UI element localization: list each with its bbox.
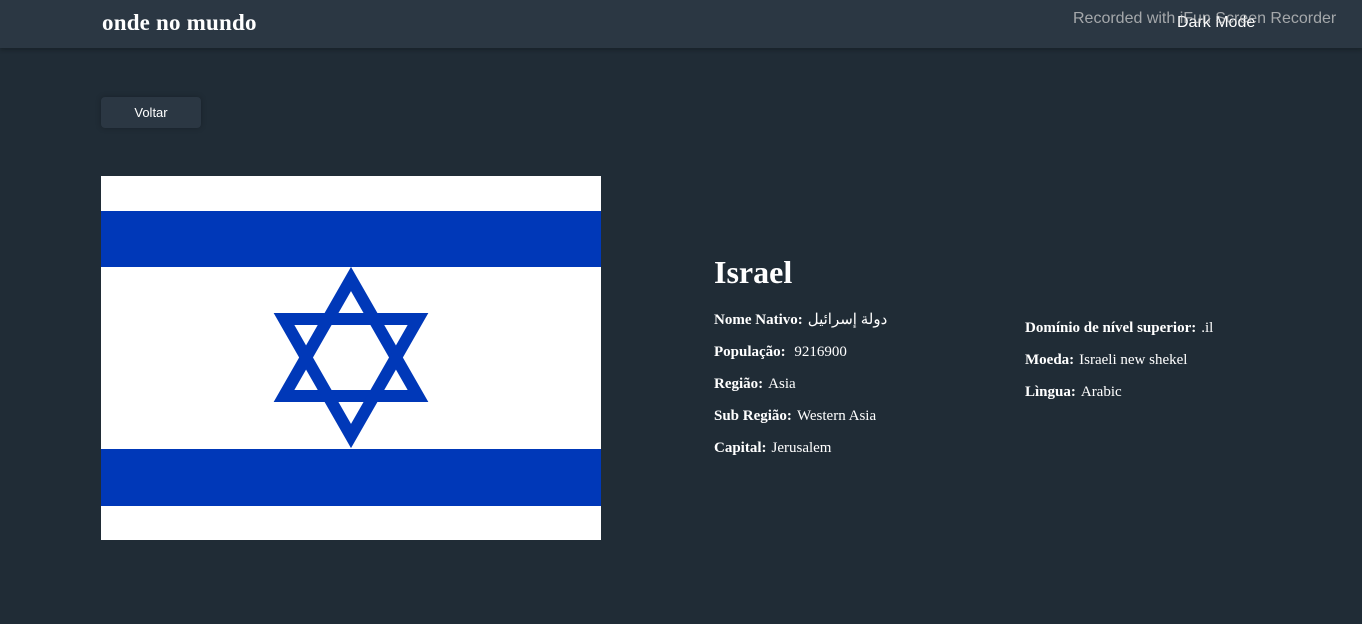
flag-top-stripe [101, 211, 601, 267]
detail-tld: Domínio de nível superior: .il [1025, 318, 1213, 350]
detail-value: Arabic [1080, 384, 1122, 400]
detail-value: Israeli new shekel [1079, 352, 1188, 368]
detail-population: População: 9216900 [714, 342, 891, 374]
site-title: onde no mundo [102, 10, 257, 35]
detail-label: Sub Região: [714, 408, 792, 424]
detail-native-name: Nome Nativo: دولة إسرائيل [714, 310, 891, 342]
detail-label: Moeda: [1025, 352, 1075, 368]
detail-value: Asia [768, 376, 796, 392]
detail-label: População: [714, 344, 786, 360]
detail-value: Jerusalem [771, 440, 832, 456]
detail-label: Lìngua: [1025, 384, 1076, 400]
country-flag-image [101, 176, 601, 540]
country-name: Israel [714, 254, 793, 290]
detail-label: Domínio de nível superior: [1025, 320, 1197, 336]
detail-label: Capital: [714, 440, 767, 456]
detail-value: .il [1201, 320, 1214, 336]
detail-label: Região: [714, 376, 764, 392]
detail-label: Nome Nativo: [714, 312, 803, 328]
detail-subregion: Sub Região: Western Asia [714, 406, 891, 438]
detail-language: Lìngua: Arabic [1025, 382, 1213, 414]
detail-value: 9216900 [790, 344, 847, 360]
dark-mode-toggle[interactable]: Dark Mode [1177, 14, 1255, 32]
detail-capital: Capital: Jerusalem [714, 438, 891, 470]
top-navbar: onde no mundo Dark Mode Recorded with iF… [0, 0, 1362, 48]
details-secondary: Domínio de nível superior: .il Moeda: Isra… [1025, 318, 1213, 414]
flag-bottom-stripe [101, 449, 601, 506]
detail-value: Western Asia [796, 408, 877, 424]
detail-currency: Moeda: Israeli new shekel [1025, 350, 1213, 382]
details-primary: Nome Nativo: دولة إسرائيل População: 921… [714, 310, 891, 470]
detail-region: Região: Asia [714, 374, 891, 406]
israel-flag-icon [101, 176, 601, 540]
back-button[interactable]: Voltar [101, 97, 201, 128]
detail-value: دولة إسرائيل [807, 312, 892, 328]
